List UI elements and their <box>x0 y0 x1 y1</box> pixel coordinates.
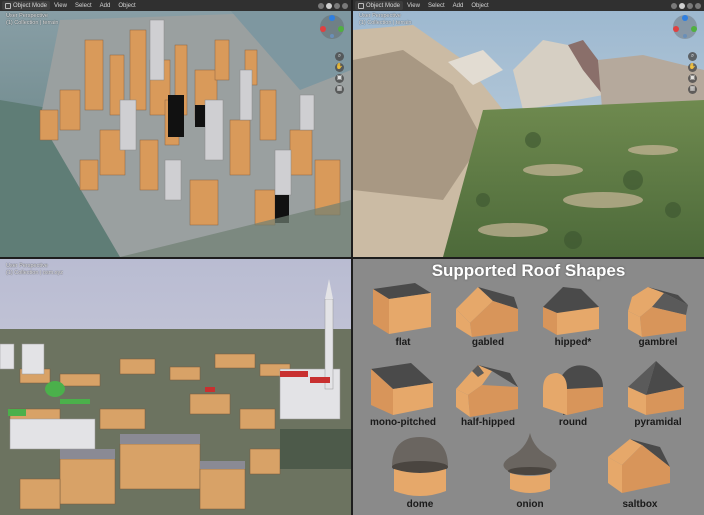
mode-selector[interactable]: Object Mode <box>2 1 51 10</box>
pan-icon[interactable]: ✋ <box>688 63 697 72</box>
town-scene <box>0 259 351 515</box>
viewport-overlay-text: User Perspective (1) Collection | terrai… <box>359 13 411 27</box>
pyramidal-roof-icon <box>628 361 684 415</box>
shape-flat: flat <box>363 279 443 369</box>
gabled-roof-icon <box>456 287 518 337</box>
dome-roof-icon <box>392 437 448 496</box>
wireframe-icon[interactable] <box>671 2 677 9</box>
wireframe-icon[interactable] <box>318 2 324 9</box>
rendered-shading-icon[interactable] <box>342 2 348 9</box>
collection-label: (1) Collection | terrain <box>6 20 59 26</box>
viewport-overlay-text: User Perspective (1) Collection | osm.xy… <box>6 263 63 277</box>
mode-label: Object Mode <box>13 2 48 9</box>
zoom-icon[interactable]: ⌕ <box>688 52 697 61</box>
viewport-header: Object Mode View Select Add Object <box>0 0 351 11</box>
view-nav-buttons: ⌕ ✋ ▣ ▦ <box>688 52 697 94</box>
menu-view[interactable]: View <box>54 3 67 9</box>
shape-hipped: hipped* <box>533 279 613 369</box>
viewport-overlay-text: User Perspective (1) Collection | terrai… <box>6 13 58 27</box>
camera-icon[interactable]: ▣ <box>335 74 344 83</box>
flat-roof-icon <box>373 283 431 334</box>
shape-onion: onion <box>490 431 570 515</box>
shape-label: onion <box>516 499 544 510</box>
material-shading-icon[interactable] <box>687 2 693 9</box>
shape-label: pyramidal <box>634 417 682 428</box>
pan-icon[interactable]: ✋ <box>335 63 344 72</box>
viewport-top-left[interactable]: Object Mode View Select Add Object User … <box>0 0 351 257</box>
material-shading-icon[interactable] <box>334 2 340 9</box>
rendered-shading-icon[interactable] <box>695 2 701 9</box>
view-label: User Perspective <box>359 13 401 19</box>
menu-object[interactable]: Object <box>118 3 135 9</box>
object-mode-icon <box>358 2 364 9</box>
menu-view[interactable]: View <box>407 3 420 9</box>
view-label: User Perspective <box>6 263 48 269</box>
hipped-roof-icon <box>543 287 599 335</box>
menu-add[interactable]: Add <box>100 3 111 9</box>
solid-shading-icon[interactable] <box>679 2 685 9</box>
shape-label: half-hipped <box>461 417 515 428</box>
shape-label: round <box>558 417 588 428</box>
view-nav-buttons: ⌕ ✋ ▣ ▦ <box>335 52 344 94</box>
mono-pitched-roof-icon <box>371 363 433 415</box>
viewport-top-right[interactable]: Object Mode View Select Add Object User … <box>353 0 704 257</box>
object-mode-icon <box>5 2 11 9</box>
shape-label: saltbox <box>622 499 658 510</box>
half-hipped-roof-icon <box>456 365 518 417</box>
round-roof-icon <box>543 365 603 415</box>
grid-icon[interactable]: ▦ <box>688 85 697 94</box>
onion-roof-icon <box>503 433 557 493</box>
shading-buttons <box>318 2 348 9</box>
shape-gabled: gabled <box>448 279 528 369</box>
shape-gambrel: gambrel <box>618 279 698 369</box>
viewport-header: Object Mode View Select Add Object <box>353 0 704 11</box>
shape-label: flat <box>395 337 411 348</box>
shape-label: dome <box>406 499 434 510</box>
shape-label: gabled <box>471 337 505 348</box>
shape-label: mono-pitched <box>369 417 437 428</box>
camera-icon[interactable]: ▣ <box>688 74 697 83</box>
menu-select[interactable]: Select <box>75 3 92 9</box>
shape-label: hipped* <box>554 337 592 348</box>
view-label: User Perspective <box>6 13 48 19</box>
shape-saltbox: saltbox <box>600 431 680 515</box>
shape-dome: dome <box>380 431 460 515</box>
navigation-gizmo[interactable] <box>672 14 698 40</box>
menu-add[interactable]: Add <box>453 3 464 9</box>
city-scene <box>0 0 351 257</box>
menu-object[interactable]: Object <box>471 3 488 9</box>
mode-label: Object Mode <box>366 2 401 9</box>
navigation-gizmo[interactable] <box>319 14 345 40</box>
terrain-scene <box>353 0 704 257</box>
zoom-icon[interactable]: ⌕ <box>335 52 344 61</box>
grid-icon[interactable]: ▦ <box>335 85 344 94</box>
saltbox-roof-icon <box>608 439 670 493</box>
shape-label: gambrel <box>638 337 678 348</box>
viewport-bottom-left[interactable]: User Perspective (1) Collection | osm.xy… <box>0 259 351 515</box>
roof-shapes-title: Supported Roof Shapes <box>431 261 626 280</box>
roof-shapes-panel: Supported Roof Shapes flat gabled hipped… <box>353 259 704 515</box>
menu-select[interactable]: Select <box>428 3 445 9</box>
gambrel-roof-icon <box>628 287 688 337</box>
mode-selector[interactable]: Object Mode <box>355 1 404 10</box>
solid-shading-icon[interactable] <box>326 2 332 9</box>
shading-buttons <box>671 2 701 9</box>
collection-label: (1) Collection | terrain <box>359 20 412 26</box>
collection-label: (1) Collection | osm.xyz <box>6 270 64 276</box>
